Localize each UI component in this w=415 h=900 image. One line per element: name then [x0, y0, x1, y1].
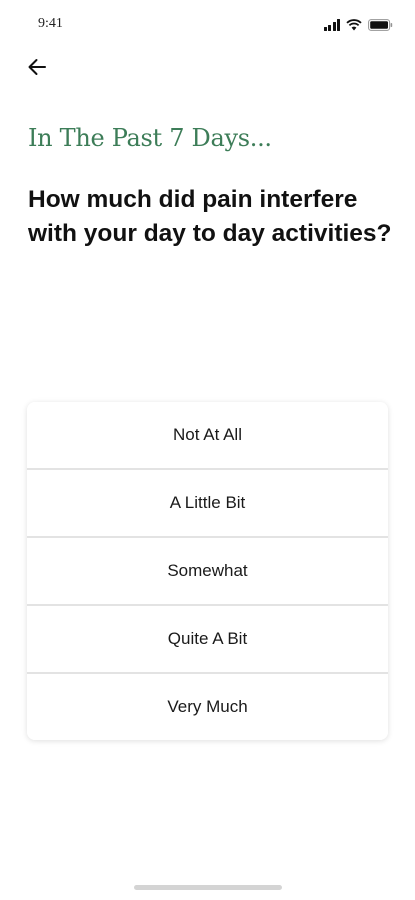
wifi-icon: [346, 19, 362, 31]
option-a-little-bit[interactable]: A Little Bit: [27, 470, 388, 538]
survey-question: How much did pain interfere with your da…: [28, 186, 392, 247]
option-not-at-all[interactable]: Not At All: [27, 402, 388, 470]
battery-icon: [368, 19, 393, 31]
survey-timeframe-heading: In The Past 7 Days...: [28, 124, 272, 152]
status-icons: [323, 17, 394, 31]
option-somewhat[interactable]: Somewhat: [27, 538, 388, 606]
answer-options: Not At All A Little Bit Somewhat Quite A…: [27, 402, 388, 740]
back-button[interactable]: [20, 52, 54, 82]
option-very-much[interactable]: Very Much: [27, 674, 388, 740]
option-quite-a-bit[interactable]: Quite A Bit: [27, 606, 388, 674]
home-indicator[interactable]: [134, 885, 282, 890]
status-time: 9:41: [38, 16, 63, 31]
status-bar: 9:41: [0, 0, 415, 48]
signal-icon: [323, 19, 340, 31]
arrow-left-icon: [28, 59, 46, 75]
